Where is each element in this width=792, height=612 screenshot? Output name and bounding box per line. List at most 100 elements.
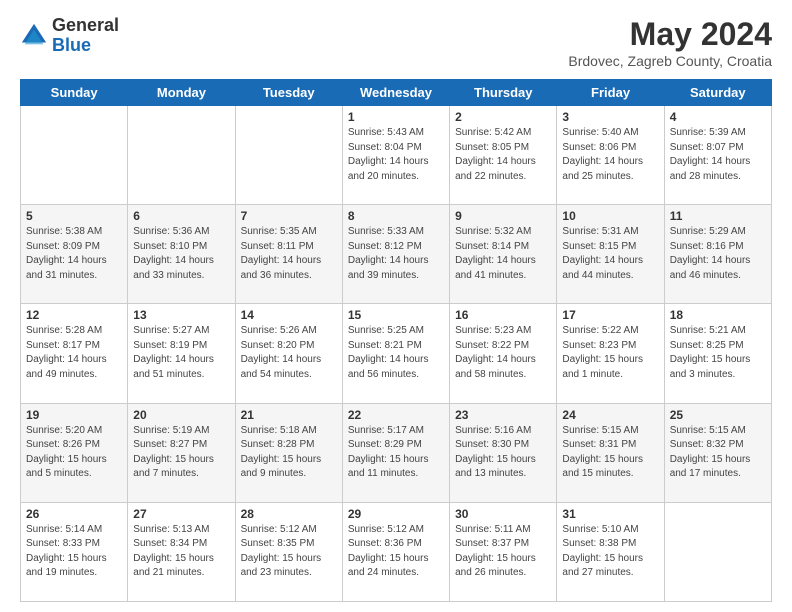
table-row: 28Sunrise: 5:12 AM Sunset: 8:35 PM Dayli… bbox=[235, 502, 342, 601]
col-monday: Monday bbox=[128, 80, 235, 106]
day-number: 3 bbox=[562, 110, 658, 124]
table-row: 20 Sunrise: 5:19 AM Sunset: 8:27 PM Dayli… bbox=[128, 403, 235, 502]
calendar-table: Sunday Monday Tuesday Wednesday Thursday… bbox=[20, 79, 772, 602]
day-info: Sunrise: 5:15 AM Sunset: 8:32 PM Dayligh… bbox=[670, 424, 766, 482]
day-info: Sunrise: 5:33 AM Sunset: 8:12 PM Dayligh… bbox=[348, 225, 444, 283]
day-number: 5 bbox=[26, 209, 122, 223]
day-info: Sunrise: 5:31 AM Sunset: 8:15 PM Dayligh… bbox=[562, 225, 658, 283]
day-info: Sunrise: 5:29 AM Sunset: 8:16 PM Dayligh… bbox=[670, 225, 766, 283]
day-info: Sunrise: 5:38 AM Sunset: 8:09 PM Dayligh… bbox=[26, 225, 122, 283]
day-number: 18 bbox=[670, 308, 766, 322]
table-row: 19Sunrise: 5:20 AM Sunset: 8:26 PM Dayli… bbox=[21, 403, 128, 502]
table-row: 23 Sunrise: 5:16 AM Sunset: 8:30 PM Dayli… bbox=[450, 403, 557, 502]
day-number: 13 bbox=[133, 308, 229, 322]
table-row: 17 Sunrise: 5:22 AM Sunset: 8:23 PM Dayli… bbox=[557, 304, 664, 403]
table-row: 14 Sunrise: 5:26 AM Sunset: 8:20 PM Dayli… bbox=[235, 304, 342, 403]
day-info: Sunrise: 5:35 AM Sunset: 8:11 PM Dayligh… bbox=[241, 225, 337, 283]
table-row: 21 Sunrise: 5:18 AM Sunset: 8:28 PM Dayli… bbox=[235, 403, 342, 502]
day-number: 6 bbox=[133, 209, 229, 223]
day-number: 12 bbox=[26, 308, 122, 322]
day-number: 23 bbox=[455, 408, 551, 422]
day-info: Sunrise: 5:17 AM Sunset: 8:29 PM Dayligh… bbox=[348, 424, 444, 482]
day-info: Sunrise: 5:11 AM Sunset: 8:37 PM Dayligh… bbox=[455, 523, 551, 581]
table-row: 18 Sunrise: 5:21 AM Sunset: 8:25 PM Dayli… bbox=[664, 304, 771, 403]
day-info: Sunrise: 5:15 AM Sunset: 8:31 PM Dayligh… bbox=[562, 424, 658, 482]
logo-icon bbox=[20, 22, 48, 50]
table-row bbox=[664, 502, 771, 601]
day-number: 1 bbox=[348, 110, 444, 124]
day-info: Sunrise: 5:19 AM Sunset: 8:27 PM Dayligh… bbox=[133, 424, 229, 482]
table-row: 31Sunrise: 5:10 AM Sunset: 8:38 PM Dayli… bbox=[557, 502, 664, 601]
day-info: Sunrise: 5:27 AM Sunset: 8:19 PM Dayligh… bbox=[133, 324, 229, 382]
header: General Blue May 2024 Brdovec, Zagreb Co… bbox=[20, 16, 772, 69]
day-number: 21 bbox=[241, 408, 337, 422]
day-number: 11 bbox=[670, 209, 766, 223]
logo-text: General Blue bbox=[52, 16, 119, 56]
table-row: 4 Sunrise: 5:39 AM Sunset: 8:07 PM Daylig… bbox=[664, 106, 771, 205]
day-number: 22 bbox=[348, 408, 444, 422]
day-number: 2 bbox=[455, 110, 551, 124]
day-info: Sunrise: 5:40 AM Sunset: 8:06 PM Dayligh… bbox=[562, 126, 658, 184]
day-info: Sunrise: 5:16 AM Sunset: 8:30 PM Dayligh… bbox=[455, 424, 551, 482]
table-row: 25 Sunrise: 5:15 AM Sunset: 8:32 PM Dayli… bbox=[664, 403, 771, 502]
title-block: May 2024 Brdovec, Zagreb County, Croatia bbox=[568, 16, 772, 69]
logo-blue-text: Blue bbox=[52, 36, 119, 56]
calendar-week-3: 12 Sunrise: 5:28 AM Sunset: 8:17 PM Dayli… bbox=[21, 304, 772, 403]
day-info: Sunrise: 5:14 AM Sunset: 8:33 PM Dayligh… bbox=[26, 523, 122, 581]
subtitle: Brdovec, Zagreb County, Croatia bbox=[568, 53, 772, 69]
table-row: 16 Sunrise: 5:23 AM Sunset: 8:22 PM Dayli… bbox=[450, 304, 557, 403]
day-number: 31 bbox=[562, 507, 658, 521]
day-number: 24 bbox=[562, 408, 658, 422]
col-sunday: Sunday bbox=[21, 80, 128, 106]
col-saturday: Saturday bbox=[664, 80, 771, 106]
table-row: 15Sunrise: 5:25 AM Sunset: 8:21 PM Dayli… bbox=[342, 304, 449, 403]
table-row: 2Sunrise: 5:42 AM Sunset: 8:05 PM Daylig… bbox=[450, 106, 557, 205]
day-info: Sunrise: 5:25 AM Sunset: 8:21 PM Dayligh… bbox=[348, 324, 444, 382]
day-number: 30 bbox=[455, 507, 551, 521]
col-thursday: Thursday bbox=[450, 80, 557, 106]
table-row: 9Sunrise: 5:32 AM Sunset: 8:14 PM Daylig… bbox=[450, 205, 557, 304]
day-info: Sunrise: 5:23 AM Sunset: 8:22 PM Dayligh… bbox=[455, 324, 551, 382]
day-info: Sunrise: 5:26 AM Sunset: 8:20 PM Dayligh… bbox=[241, 324, 337, 382]
table-row: 3 Sunrise: 5:40 AM Sunset: 8:06 PM Daylig… bbox=[557, 106, 664, 205]
day-number: 17 bbox=[562, 308, 658, 322]
day-info: Sunrise: 5:12 AM Sunset: 8:35 PM Dayligh… bbox=[241, 523, 337, 581]
table-row: 5 Sunrise: 5:38 AM Sunset: 8:09 PM Daylig… bbox=[21, 205, 128, 304]
day-number: 16 bbox=[455, 308, 551, 322]
day-number: 20 bbox=[133, 408, 229, 422]
table-row bbox=[21, 106, 128, 205]
day-info: Sunrise: 5:22 AM Sunset: 8:23 PM Dayligh… bbox=[562, 324, 658, 382]
calendar-week-1: 1Sunrise: 5:43 AM Sunset: 8:04 PM Daylig… bbox=[21, 106, 772, 205]
table-row: 29Sunrise: 5:12 AM Sunset: 8:36 PM Dayli… bbox=[342, 502, 449, 601]
day-number: 26 bbox=[26, 507, 122, 521]
day-info: Sunrise: 5:28 AM Sunset: 8:17 PM Dayligh… bbox=[26, 324, 122, 382]
day-number: 9 bbox=[455, 209, 551, 223]
day-info: Sunrise: 5:18 AM Sunset: 8:28 PM Dayligh… bbox=[241, 424, 337, 482]
col-tuesday: Tuesday bbox=[235, 80, 342, 106]
table-row bbox=[235, 106, 342, 205]
table-row: 10Sunrise: 5:31 AM Sunset: 8:15 PM Dayli… bbox=[557, 205, 664, 304]
table-row: 26 Sunrise: 5:14 AM Sunset: 8:33 PM Dayli… bbox=[21, 502, 128, 601]
table-row: 22 Sunrise: 5:17 AM Sunset: 8:29 PM Dayli… bbox=[342, 403, 449, 502]
table-row: 24 Sunrise: 5:15 AM Sunset: 8:31 PM Dayli… bbox=[557, 403, 664, 502]
day-number: 4 bbox=[670, 110, 766, 124]
table-row: 1Sunrise: 5:43 AM Sunset: 8:04 PM Daylig… bbox=[342, 106, 449, 205]
logo: General Blue bbox=[20, 16, 119, 56]
day-number: 14 bbox=[241, 308, 337, 322]
day-number: 8 bbox=[348, 209, 444, 223]
table-row: 27Sunrise: 5:13 AM Sunset: 8:34 PM Dayli… bbox=[128, 502, 235, 601]
day-info: Sunrise: 5:21 AM Sunset: 8:25 PM Dayligh… bbox=[670, 324, 766, 382]
calendar-header-row: Sunday Monday Tuesday Wednesday Thursday… bbox=[21, 80, 772, 106]
col-friday: Friday bbox=[557, 80, 664, 106]
day-number: 27 bbox=[133, 507, 229, 521]
day-info: Sunrise: 5:12 AM Sunset: 8:36 PM Dayligh… bbox=[348, 523, 444, 581]
day-info: Sunrise: 5:39 AM Sunset: 8:07 PM Dayligh… bbox=[670, 126, 766, 184]
col-wednesday: Wednesday bbox=[342, 80, 449, 106]
table-row: 13 Sunrise: 5:27 AM Sunset: 8:19 PM Dayli… bbox=[128, 304, 235, 403]
day-number: 7 bbox=[241, 209, 337, 223]
day-info: Sunrise: 5:36 AM Sunset: 8:10 PM Dayligh… bbox=[133, 225, 229, 283]
table-row: 8 Sunrise: 5:33 AM Sunset: 8:12 PM Daylig… bbox=[342, 205, 449, 304]
page: General Blue May 2024 Brdovec, Zagreb Co… bbox=[0, 0, 792, 612]
day-number: 25 bbox=[670, 408, 766, 422]
day-info: Sunrise: 5:20 AM Sunset: 8:26 PM Dayligh… bbox=[26, 424, 122, 482]
